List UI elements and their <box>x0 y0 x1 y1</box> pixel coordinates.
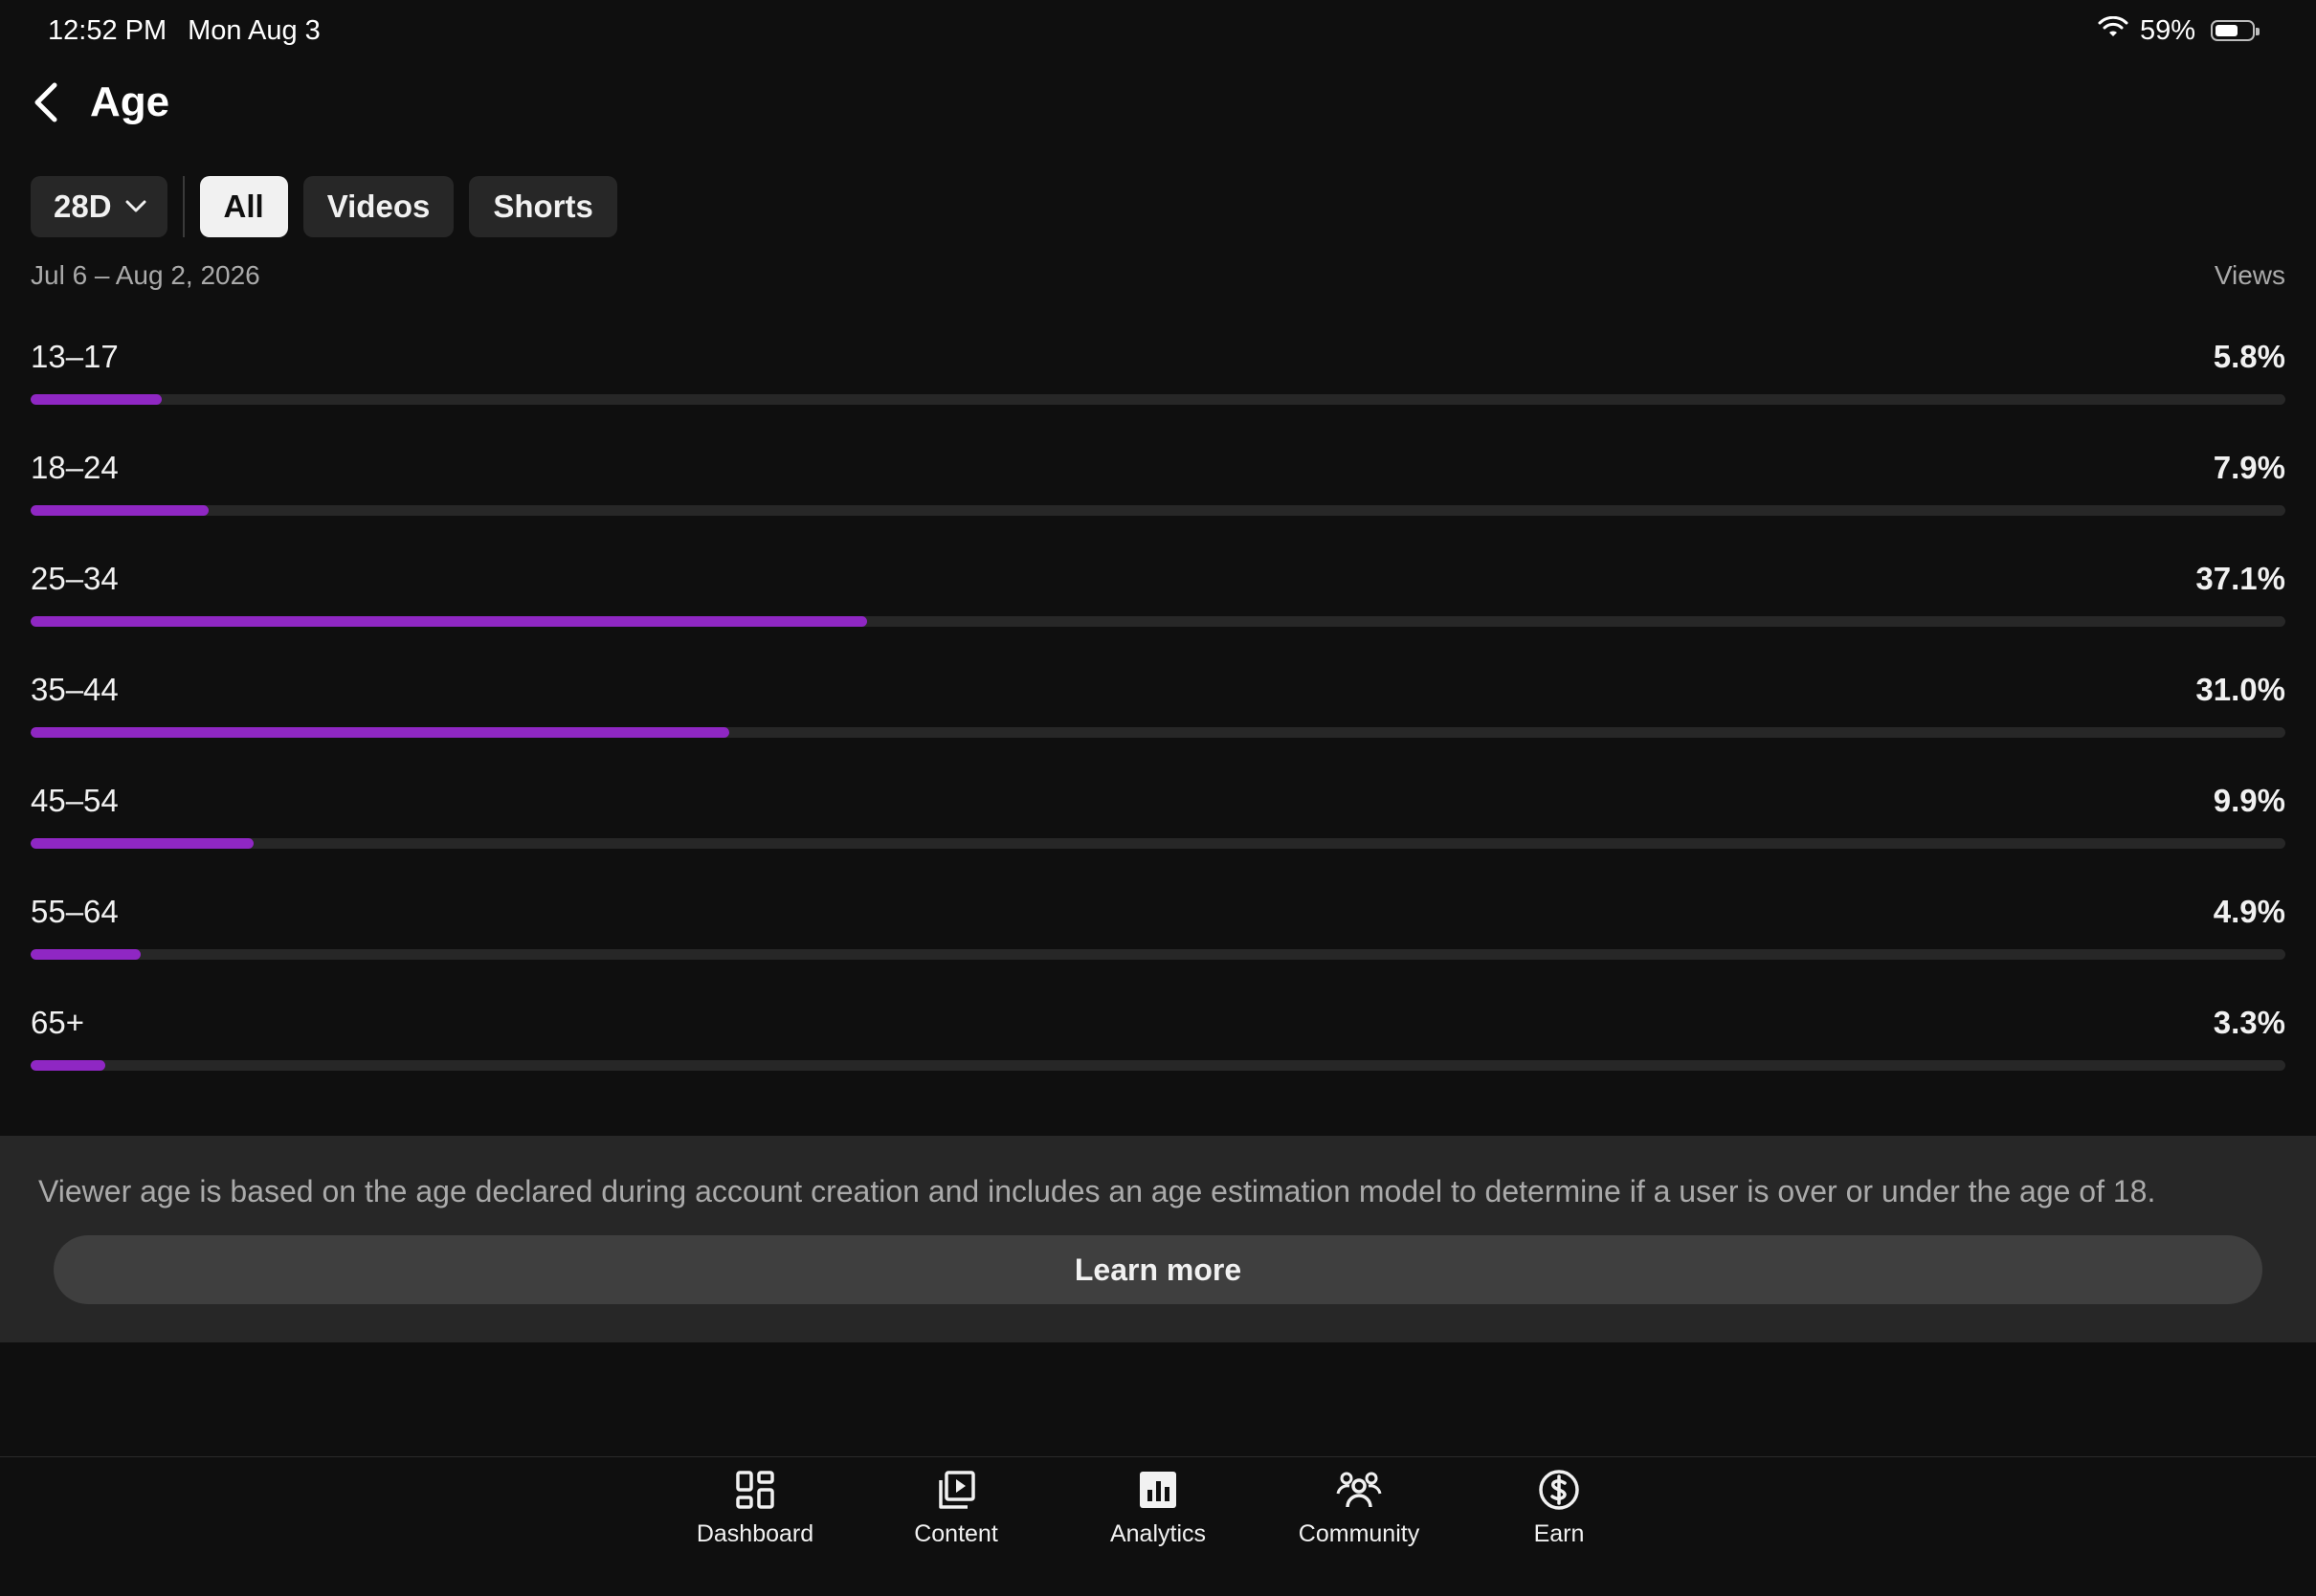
info-text: Viewer age is based on the age declared … <box>38 1174 2156 1208</box>
header: Age <box>23 67 169 138</box>
filter-bar: 28D All Videos Shorts <box>31 176 617 237</box>
progress-bar <box>31 949 142 960</box>
progress-track <box>31 505 2285 516</box>
bottom-nav: Dashboard Content Analytics Community Ea… <box>0 1456 2316 1596</box>
age-label: 35–44 <box>31 672 119 707</box>
nav-analytics[interactable]: Analytics <box>1062 1457 1254 1572</box>
progress-bar <box>31 727 730 738</box>
age-list: 13–17 5.8% 18–24 7.9% 25–34 37.1% 35–44 … <box>31 335 2285 1112</box>
community-icon <box>1336 1472 1382 1508</box>
dashboard-icon <box>736 1471 774 1509</box>
filter-divider <box>182 176 185 237</box>
wifi-icon <box>2098 15 2128 47</box>
analytics-icon <box>1140 1472 1176 1508</box>
nav-label: Analytics <box>1109 1520 1207 1547</box>
nav-label: Content <box>914 1520 998 1547</box>
nav-earn[interactable]: Earn <box>1463 1457 1655 1572</box>
progress-track <box>31 1060 2285 1071</box>
age-percent: 3.3% <box>2213 1005 2285 1040</box>
age-row: 13–17 5.8% <box>31 335 2285 446</box>
age-percent: 4.9% <box>2213 894 2285 929</box>
nav-label: Community <box>1298 1520 1420 1547</box>
metric-label: Views <box>2214 260 2285 290</box>
date-range: Jul 6 – Aug 2, 2026 <box>31 260 260 290</box>
battery-icon <box>2211 20 2260 41</box>
chip-shorts[interactable]: Shorts <box>469 176 617 237</box>
nav-content[interactable]: Content <box>860 1457 1052 1572</box>
progress-bar <box>31 616 868 627</box>
age-row: 18–24 7.9% <box>31 446 2285 557</box>
chevron-left-icon <box>34 82 57 122</box>
progress-track <box>31 838 2285 849</box>
age-row: 65+ 3.3% <box>31 1001 2285 1112</box>
status-bar: 12:52 PM Mon Aug 3 59% <box>0 0 2316 61</box>
status-time: 12:52 PM <box>48 14 167 46</box>
nav-community[interactable]: Community <box>1263 1457 1455 1572</box>
progress-track <box>31 394 2285 405</box>
age-label: 65+ <box>31 1005 84 1040</box>
progress-track <box>31 949 2285 960</box>
period-dropdown[interactable]: 28D <box>31 176 167 237</box>
status-date: Mon Aug 3 <box>188 14 321 46</box>
info-card: Viewer age is based on the age declared … <box>0 1136 2316 1342</box>
age-row: 45–54 9.9% <box>31 779 2285 890</box>
progress-bar <box>31 394 162 405</box>
nav-label: Dashboard <box>696 1520 814 1547</box>
learn-more-button[interactable]: Learn more <box>54 1235 2262 1304</box>
progress-bar <box>31 505 210 516</box>
battery-percent: 59% <box>2139 14 2195 46</box>
nav-dashboard[interactable]: Dashboard <box>659 1457 851 1572</box>
age-label: 13–17 <box>31 339 119 374</box>
back-button[interactable] <box>23 72 69 133</box>
age-percent: 37.1% <box>2195 561 2285 596</box>
age-row: 25–34 37.1% <box>31 557 2285 668</box>
age-percent: 7.9% <box>2213 450 2285 485</box>
age-row: 35–44 31.0% <box>31 668 2285 779</box>
status-indicators: 59% <box>2098 15 2268 47</box>
age-label: 18–24 <box>31 450 119 485</box>
content-icon <box>939 1471 975 1509</box>
progress-bar <box>31 1060 105 1071</box>
chevron-down-icon <box>125 200 146 212</box>
age-label: 45–54 <box>31 783 119 818</box>
page-title: Age <box>90 78 170 125</box>
age-percent: 9.9% <box>2213 783 2285 818</box>
progress-track <box>31 616 2285 627</box>
nav-label: Earn <box>1533 1520 1585 1547</box>
age-row: 55–64 4.9% <box>31 890 2285 1001</box>
age-label: 25–34 <box>31 561 119 596</box>
age-analytics-screen: 12:52 PM Mon Aug 3 59% Age 28D All Video… <box>0 0 2316 1596</box>
chip-all[interactable]: All <box>199 176 288 237</box>
age-label: 55–64 <box>31 894 119 929</box>
earn-icon <box>1539 1470 1579 1510</box>
age-percent: 5.8% <box>2213 339 2285 374</box>
period-label: 28D <box>54 188 112 224</box>
age-percent: 31.0% <box>2195 672 2285 707</box>
range-row: Jul 6 – Aug 2, 2026 Views <box>31 260 2285 291</box>
progress-track <box>31 727 2285 738</box>
chip-videos[interactable]: Videos <box>302 176 455 237</box>
progress-bar <box>31 838 255 849</box>
